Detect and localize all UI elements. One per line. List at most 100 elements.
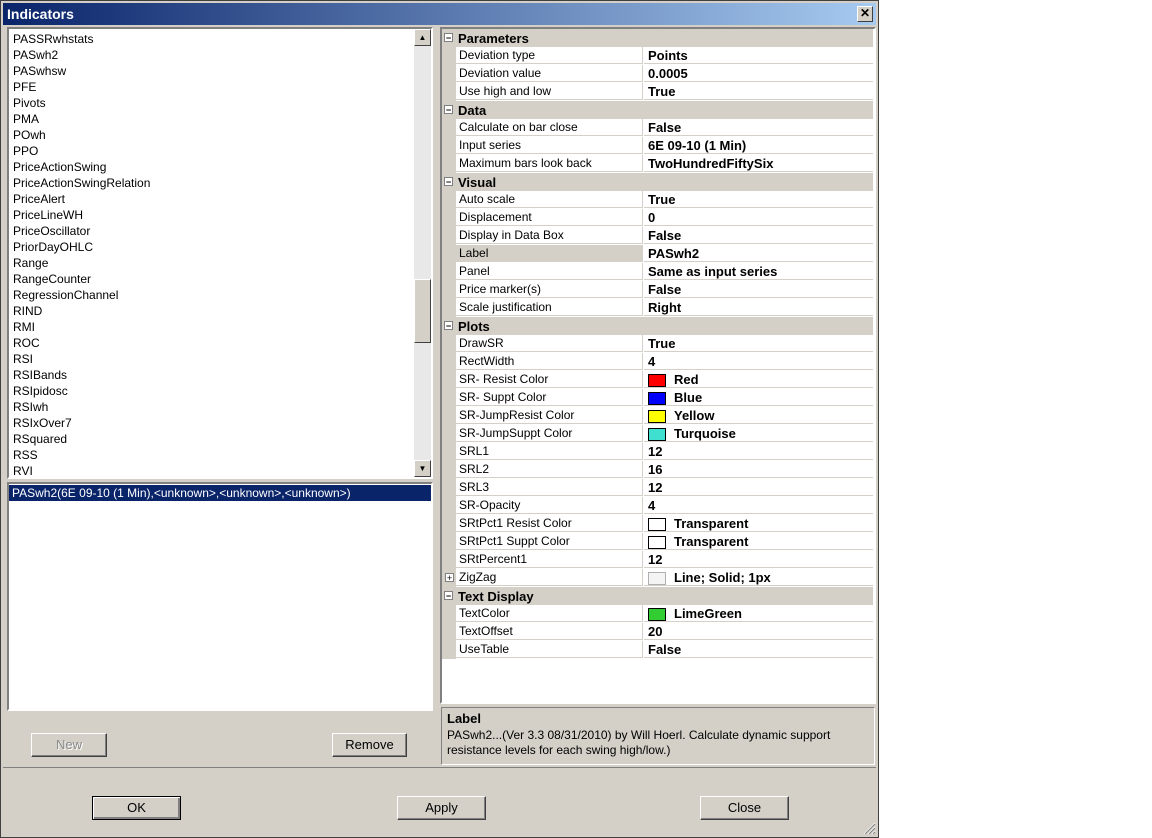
list-item[interactable]: RSIBands xyxy=(10,367,410,383)
property-value[interactable]: 16 xyxy=(644,461,873,478)
list-item[interactable]: RSIxOver7 xyxy=(10,415,410,431)
list-item[interactable]: PriceLineWH xyxy=(10,207,410,223)
property-value[interactable]: 20 xyxy=(644,623,873,640)
property-row[interactable]: TextColor LimeGreen xyxy=(442,605,873,623)
list-item[interactable]: PFE xyxy=(10,79,410,95)
property-row[interactable]: SRtPercent1 12 xyxy=(442,551,873,569)
collapse-icon[interactable]: − xyxy=(444,177,453,187)
list-item[interactable]: PASwhsw xyxy=(10,63,410,79)
property-row[interactable]: SR-JumpResist Color Yellow xyxy=(442,407,873,425)
property-row[interactable]: SRL2 16 xyxy=(442,461,873,479)
new-button[interactable]: New xyxy=(31,733,107,757)
property-row[interactable]: SRL1 12 xyxy=(442,443,873,461)
collapse-icon[interactable]: − xyxy=(444,321,453,331)
category-text-display[interactable]: − Text Display xyxy=(442,587,873,605)
category-parameters[interactable]: − Parameters xyxy=(442,29,873,47)
property-value[interactable]: Yellow xyxy=(644,407,873,424)
resize-grip-icon[interactable] xyxy=(863,822,876,835)
list-item[interactable]: RVI xyxy=(10,463,410,479)
list-item[interactable]: PriceActionSwing xyxy=(10,159,410,175)
list-item[interactable]: RSI xyxy=(10,351,410,367)
property-value[interactable]: 0 xyxy=(644,209,873,226)
property-row[interactable]: Use high and low True xyxy=(442,83,873,101)
list-item[interactable]: POwh xyxy=(10,127,410,143)
list-item[interactable]: PriceAlert xyxy=(10,191,410,207)
property-value[interactable]: Turquoise xyxy=(644,425,873,442)
property-value[interactable]: False xyxy=(644,119,873,136)
category-visual[interactable]: − Visual xyxy=(442,173,873,191)
property-value[interactable]: PASwh2 xyxy=(644,245,873,262)
property-row[interactable]: RectWidth 4 xyxy=(442,353,873,371)
list-item[interactable]: RIND xyxy=(10,303,410,319)
remove-button[interactable]: Remove xyxy=(332,733,407,757)
property-value[interactable]: Points xyxy=(644,47,873,64)
property-value[interactable]: True xyxy=(644,335,873,352)
property-row[interactable]: SR-JumpSuppt Color Turquoise xyxy=(442,425,873,443)
indicator-list-scrollbar[interactable]: ▲ ▼ xyxy=(414,29,431,477)
collapse-icon[interactable]: − xyxy=(444,33,453,43)
property-row[interactable]: Input series 6E 09-10 (1 Min) xyxy=(442,137,873,155)
list-item[interactable]: RSIwh xyxy=(10,399,410,415)
list-item[interactable]: ROC xyxy=(10,335,410,351)
property-value[interactable]: 6E 09-10 (1 Min) xyxy=(644,137,873,154)
scroll-down-icon[interactable]: ▼ xyxy=(414,460,431,477)
list-item[interactable]: RSquared xyxy=(10,431,410,447)
property-row[interactable]: DrawSR True xyxy=(442,335,873,353)
property-row[interactable]: SRL3 12 xyxy=(442,479,873,497)
property-row[interactable]: SRtPct1 Suppt Color Transparent xyxy=(442,533,873,551)
property-value[interactable]: False xyxy=(644,281,873,298)
list-item[interactable]: PPO xyxy=(10,143,410,159)
property-value[interactable]: Transparent xyxy=(644,533,873,550)
property-row[interactable]: Deviation value 0.0005 xyxy=(442,65,873,83)
property-value[interactable]: False xyxy=(644,641,873,658)
scroll-up-icon[interactable]: ▲ xyxy=(414,29,431,46)
list-item[interactable]: PriorDayOHLC xyxy=(10,239,410,255)
category-plots[interactable]: − Plots xyxy=(442,317,873,335)
list-item[interactable]: RangeCounter xyxy=(10,271,410,287)
expand-icon[interactable]: + xyxy=(445,573,454,583)
property-value[interactable]: Same as input series xyxy=(644,263,873,280)
property-value[interactable]: True xyxy=(644,83,873,100)
property-row[interactable]: Price marker(s) False xyxy=(442,281,873,299)
list-item[interactable]: RegressionChannel xyxy=(10,287,410,303)
list-item[interactable]: RMI xyxy=(10,319,410,335)
property-row[interactable]: Displacement 0 xyxy=(442,209,873,227)
list-item[interactable]: PriceActionSwingRelation xyxy=(10,175,410,191)
property-row[interactable]: Display in Data Box False xyxy=(442,227,873,245)
applied-indicator-item[interactable]: PASwh2(6E 09-10 (1 Min),<unknown>,<unkno… xyxy=(9,485,431,501)
property-value[interactable]: 4 xyxy=(644,353,873,370)
list-item[interactable]: RSIpidosc xyxy=(10,383,410,399)
property-value[interactable]: Right xyxy=(644,299,873,316)
property-value[interactable]: Blue xyxy=(644,389,873,406)
scrollbar-thumb[interactable] xyxy=(414,279,431,343)
property-row[interactable]: Auto scale True xyxy=(442,191,873,209)
ok-button[interactable]: OK xyxy=(92,796,181,820)
property-value[interactable]: False xyxy=(644,227,873,244)
property-value[interactable]: Transparent xyxy=(644,515,873,532)
property-row[interactable]: Calculate on bar close False xyxy=(442,119,873,137)
list-item[interactable]: Range xyxy=(10,255,410,271)
property-row[interactable]: SRtPct1 Resist Color Transparent xyxy=(442,515,873,533)
property-row[interactable]: Panel Same as input series xyxy=(442,263,873,281)
property-row[interactable]: Maximum bars look back TwoHundredFiftySix xyxy=(442,155,873,173)
title-bar[interactable]: Indicators ✕ xyxy=(3,3,876,25)
property-value[interactable]: True xyxy=(644,191,873,208)
apply-button[interactable]: Apply xyxy=(397,796,486,820)
category-data[interactable]: − Data xyxy=(442,101,873,119)
list-item[interactable]: RSS xyxy=(10,447,410,463)
property-row[interactable]: UseTable False xyxy=(442,641,873,659)
property-row[interactable]: TextOffset 20 xyxy=(442,623,873,641)
property-value[interactable]: 12 xyxy=(644,551,873,568)
property-value[interactable]: TwoHundredFiftySix xyxy=(644,155,873,172)
property-value[interactable]: Line; Solid; 1px xyxy=(644,569,873,586)
property-row[interactable]: Label PASwh2 xyxy=(442,245,873,263)
collapse-icon[interactable]: − xyxy=(444,105,453,115)
list-item[interactable]: PASwh2 xyxy=(10,47,410,63)
close-button[interactable]: Close xyxy=(700,796,789,820)
collapse-icon[interactable]: − xyxy=(444,591,453,601)
property-row[interactable]: + ZigZag Line; Solid; 1px xyxy=(442,569,873,587)
property-value[interactable]: Red xyxy=(644,371,873,388)
property-value[interactable]: LimeGreen xyxy=(644,605,873,622)
list-item[interactable]: PASSRwhstats xyxy=(10,31,410,47)
list-item[interactable]: PriceOscillator xyxy=(10,223,410,239)
